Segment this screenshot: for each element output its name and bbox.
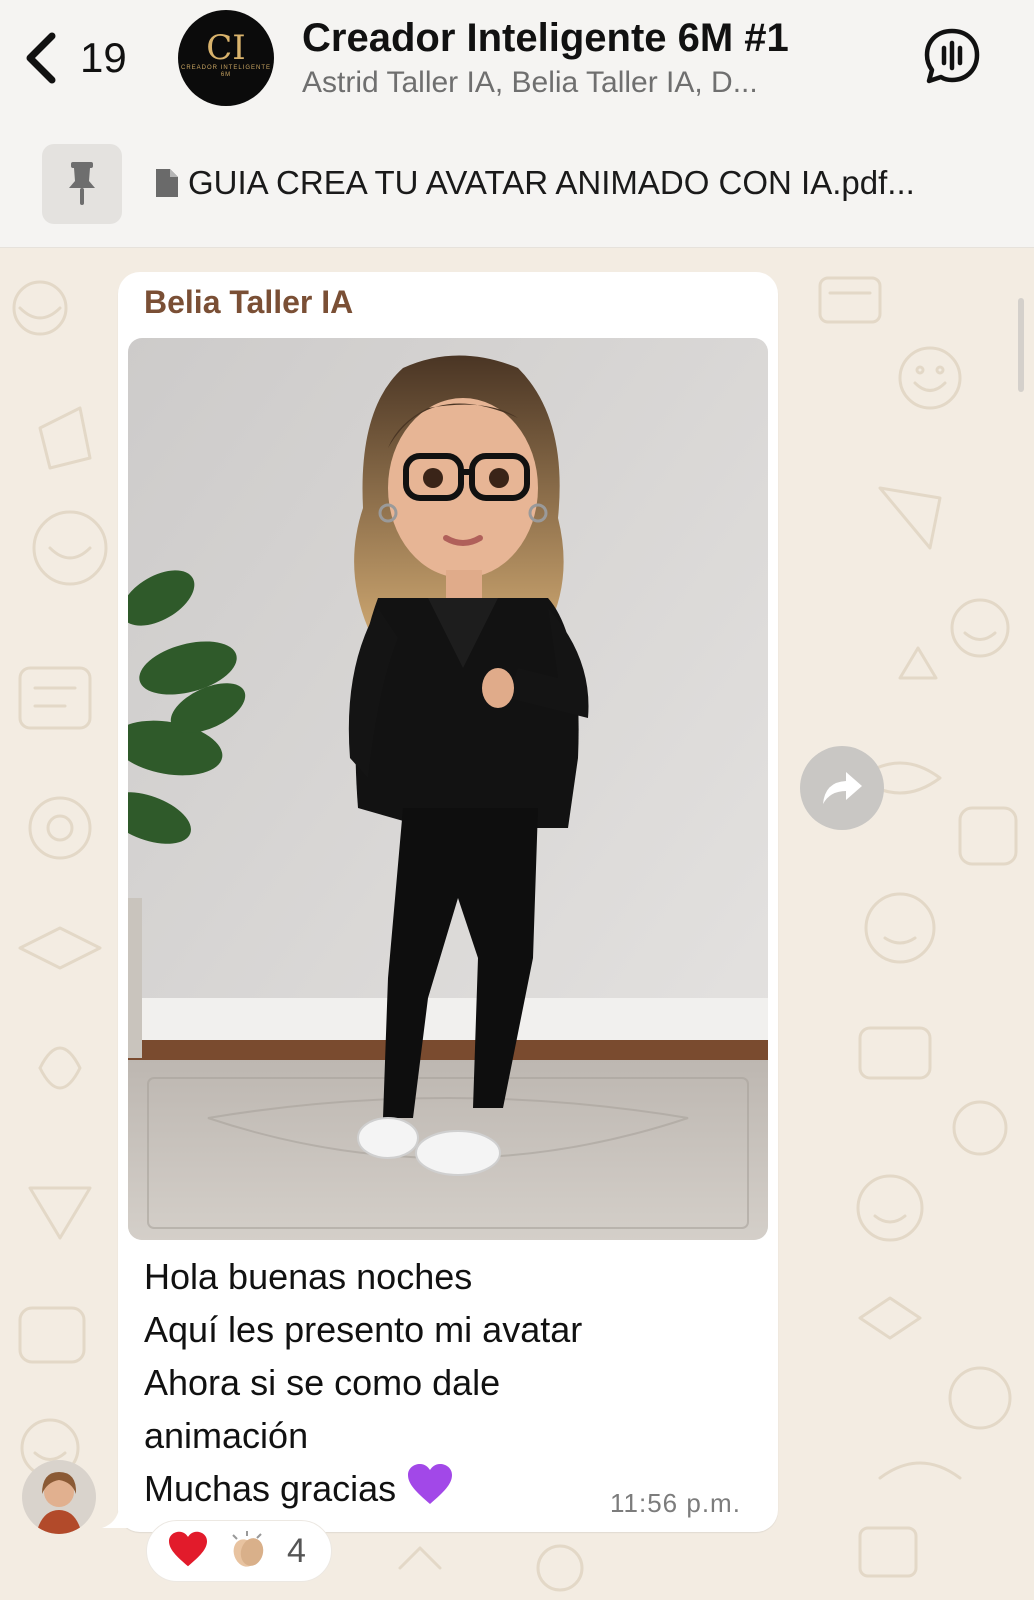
sender-avatar-photo	[22, 1460, 96, 1534]
forward-button[interactable]	[800, 746, 884, 830]
message-line: Ahora si se como dale	[144, 1362, 501, 1403]
group-title[interactable]: Creador Inteligente 6M #1	[302, 16, 789, 61]
message-time: 11:56 p.m.	[610, 1488, 741, 1518]
bubble-tail	[102, 1500, 130, 1528]
voice-chat-button[interactable]	[922, 26, 982, 86]
message-line: Muchas gracias	[144, 1468, 397, 1509]
message-sender[interactable]: Belia Taller IA	[144, 284, 353, 321]
pin-icon	[69, 162, 95, 205]
pinned-document[interactable]: GUIA CREA TU AVATAR ANIMADO CON IA.pdf..…	[154, 164, 915, 202]
chat-header: 19 CI CREADOR INTELIGENTE 6M Creador Int…	[0, 0, 1034, 120]
message-text[interactable]: Hola buenas noches Aquí les presento mi …	[144, 1250, 582, 1515]
group-avatar-initials: CI	[206, 28, 246, 68]
forward-arrow-icon	[823, 772, 862, 804]
unread-count: 19	[80, 34, 127, 81]
scrollbar[interactable]	[1018, 298, 1024, 392]
pinned-document-label: GUIA CREA TU AVATAR ANIMADO CON IA.pdf..…	[188, 164, 915, 201]
pin-button[interactable]	[42, 144, 122, 224]
reaction-count: 4	[287, 1531, 306, 1570]
avatar-illustration	[128, 338, 768, 1240]
red-heart-icon	[167, 1530, 209, 1573]
sender-avatar[interactable]	[22, 1460, 96, 1534]
message-line-last: Muchas gracias	[144, 1462, 582, 1515]
pinned-message-bar[interactable]: GUIA CREA TU AVATAR ANIMADO CON IA.pdf..…	[0, 120, 1034, 248]
message-line: Hola buenas noches	[144, 1256, 473, 1297]
message-line: Aquí les presento mi avatar	[144, 1309, 583, 1350]
document-icon	[156, 169, 178, 197]
group-members[interactable]: Astrid Taller IA, Belia Taller IA, D...	[302, 66, 758, 100]
reactions-pill[interactable]: 4	[146, 1520, 332, 1582]
clapping-hands-icon	[227, 1529, 269, 1574]
purple-heart-icon	[406, 1462, 454, 1520]
message-image[interactable]	[128, 338, 768, 1240]
group-avatar-tag: 6M	[220, 72, 232, 78]
group-avatar-subtitle: CREADOR INTELIGENTE	[180, 65, 271, 71]
back-button[interactable]: 19	[22, 28, 142, 88]
message-line: animación	[144, 1415, 309, 1456]
group-avatar[interactable]: CI CREADOR INTELIGENTE 6M	[178, 10, 274, 106]
voice-chat-icon	[924, 28, 980, 84]
chevron-left-icon	[26, 32, 56, 84]
